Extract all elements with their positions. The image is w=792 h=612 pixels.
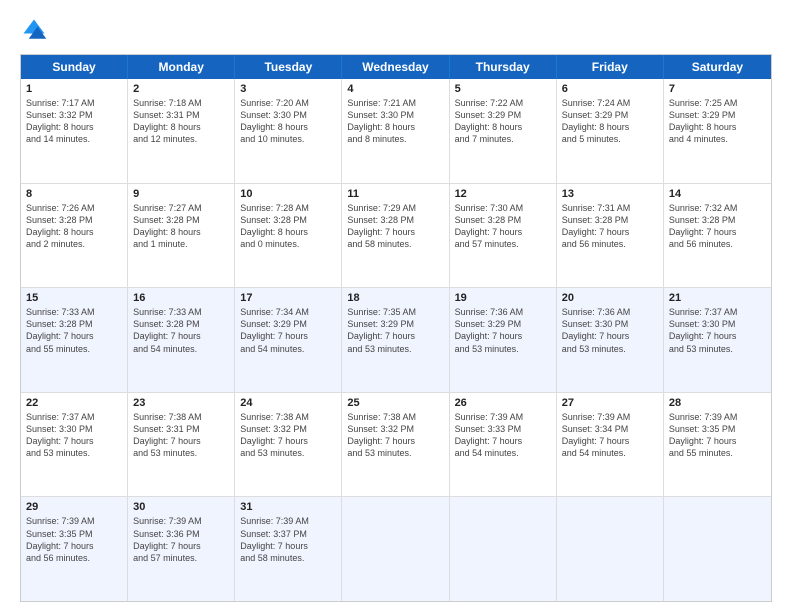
cal-cell-21: 21Sunrise: 7:37 AMSunset: 3:30 PMDayligh… [664,288,771,392]
calendar-body: 1Sunrise: 7:17 AMSunset: 3:32 PMDaylight… [21,79,771,601]
cal-row-4: 22Sunrise: 7:37 AMSunset: 3:30 PMDayligh… [21,393,771,498]
cal-cell-1: 1Sunrise: 7:17 AMSunset: 3:32 PMDaylight… [21,79,128,183]
cal-cell-27: 27Sunrise: 7:39 AMSunset: 3:34 PMDayligh… [557,393,664,497]
cal-cell-29: 29Sunrise: 7:39 AMSunset: 3:35 PMDayligh… [21,497,128,601]
header-cell-saturday: Saturday [664,55,771,79]
header-cell-sunday: Sunday [21,55,128,79]
header [20,16,772,44]
cal-row-2: 8Sunrise: 7:26 AMSunset: 3:28 PMDaylight… [21,184,771,289]
cal-cell-20: 20Sunrise: 7:36 AMSunset: 3:30 PMDayligh… [557,288,664,392]
cal-cell-6: 6Sunrise: 7:24 AMSunset: 3:29 PMDaylight… [557,79,664,183]
cal-cell-empty-4-5 [557,497,664,601]
page: SundayMondayTuesdayWednesdayThursdayFrid… [0,0,792,612]
cal-cell-17: 17Sunrise: 7:34 AMSunset: 3:29 PMDayligh… [235,288,342,392]
cal-cell-18: 18Sunrise: 7:35 AMSunset: 3:29 PMDayligh… [342,288,449,392]
cal-cell-4: 4Sunrise: 7:21 AMSunset: 3:30 PMDaylight… [342,79,449,183]
cal-cell-31: 31Sunrise: 7:39 AMSunset: 3:37 PMDayligh… [235,497,342,601]
cal-cell-8: 8Sunrise: 7:26 AMSunset: 3:28 PMDaylight… [21,184,128,288]
calendar: SundayMondayTuesdayWednesdayThursdayFrid… [20,54,772,602]
cal-cell-30: 30Sunrise: 7:39 AMSunset: 3:36 PMDayligh… [128,497,235,601]
cal-cell-3: 3Sunrise: 7:20 AMSunset: 3:30 PMDaylight… [235,79,342,183]
header-cell-tuesday: Tuesday [235,55,342,79]
header-cell-friday: Friday [557,55,664,79]
cal-cell-9: 9Sunrise: 7:27 AMSunset: 3:28 PMDaylight… [128,184,235,288]
cal-cell-11: 11Sunrise: 7:29 AMSunset: 3:28 PMDayligh… [342,184,449,288]
cal-row-5: 29Sunrise: 7:39 AMSunset: 3:35 PMDayligh… [21,497,771,601]
cal-cell-empty-4-3 [342,497,449,601]
cal-cell-24: 24Sunrise: 7:38 AMSunset: 3:32 PMDayligh… [235,393,342,497]
cal-cell-23: 23Sunrise: 7:38 AMSunset: 3:31 PMDayligh… [128,393,235,497]
cal-cell-28: 28Sunrise: 7:39 AMSunset: 3:35 PMDayligh… [664,393,771,497]
cal-cell-26: 26Sunrise: 7:39 AMSunset: 3:33 PMDayligh… [450,393,557,497]
header-cell-monday: Monday [128,55,235,79]
header-cell-thursday: Thursday [450,55,557,79]
cal-cell-16: 16Sunrise: 7:33 AMSunset: 3:28 PMDayligh… [128,288,235,392]
cal-cell-22: 22Sunrise: 7:37 AMSunset: 3:30 PMDayligh… [21,393,128,497]
cal-row-3: 15Sunrise: 7:33 AMSunset: 3:28 PMDayligh… [21,288,771,393]
cal-cell-15: 15Sunrise: 7:33 AMSunset: 3:28 PMDayligh… [21,288,128,392]
cal-row-1: 1Sunrise: 7:17 AMSunset: 3:32 PMDaylight… [21,79,771,184]
cal-cell-empty-4-4 [450,497,557,601]
cal-cell-25: 25Sunrise: 7:38 AMSunset: 3:32 PMDayligh… [342,393,449,497]
cal-cell-13: 13Sunrise: 7:31 AMSunset: 3:28 PMDayligh… [557,184,664,288]
cal-cell-empty-4-6 [664,497,771,601]
cal-cell-5: 5Sunrise: 7:22 AMSunset: 3:29 PMDaylight… [450,79,557,183]
cal-cell-10: 10Sunrise: 7:28 AMSunset: 3:28 PMDayligh… [235,184,342,288]
cal-cell-14: 14Sunrise: 7:32 AMSunset: 3:28 PMDayligh… [664,184,771,288]
logo [20,16,52,44]
cal-cell-2: 2Sunrise: 7:18 AMSunset: 3:31 PMDaylight… [128,79,235,183]
logo-icon [20,16,48,44]
header-cell-wednesday: Wednesday [342,55,449,79]
cal-cell-12: 12Sunrise: 7:30 AMSunset: 3:28 PMDayligh… [450,184,557,288]
cal-cell-19: 19Sunrise: 7:36 AMSunset: 3:29 PMDayligh… [450,288,557,392]
calendar-header: SundayMondayTuesdayWednesdayThursdayFrid… [21,55,771,79]
cal-cell-7: 7Sunrise: 7:25 AMSunset: 3:29 PMDaylight… [664,79,771,183]
